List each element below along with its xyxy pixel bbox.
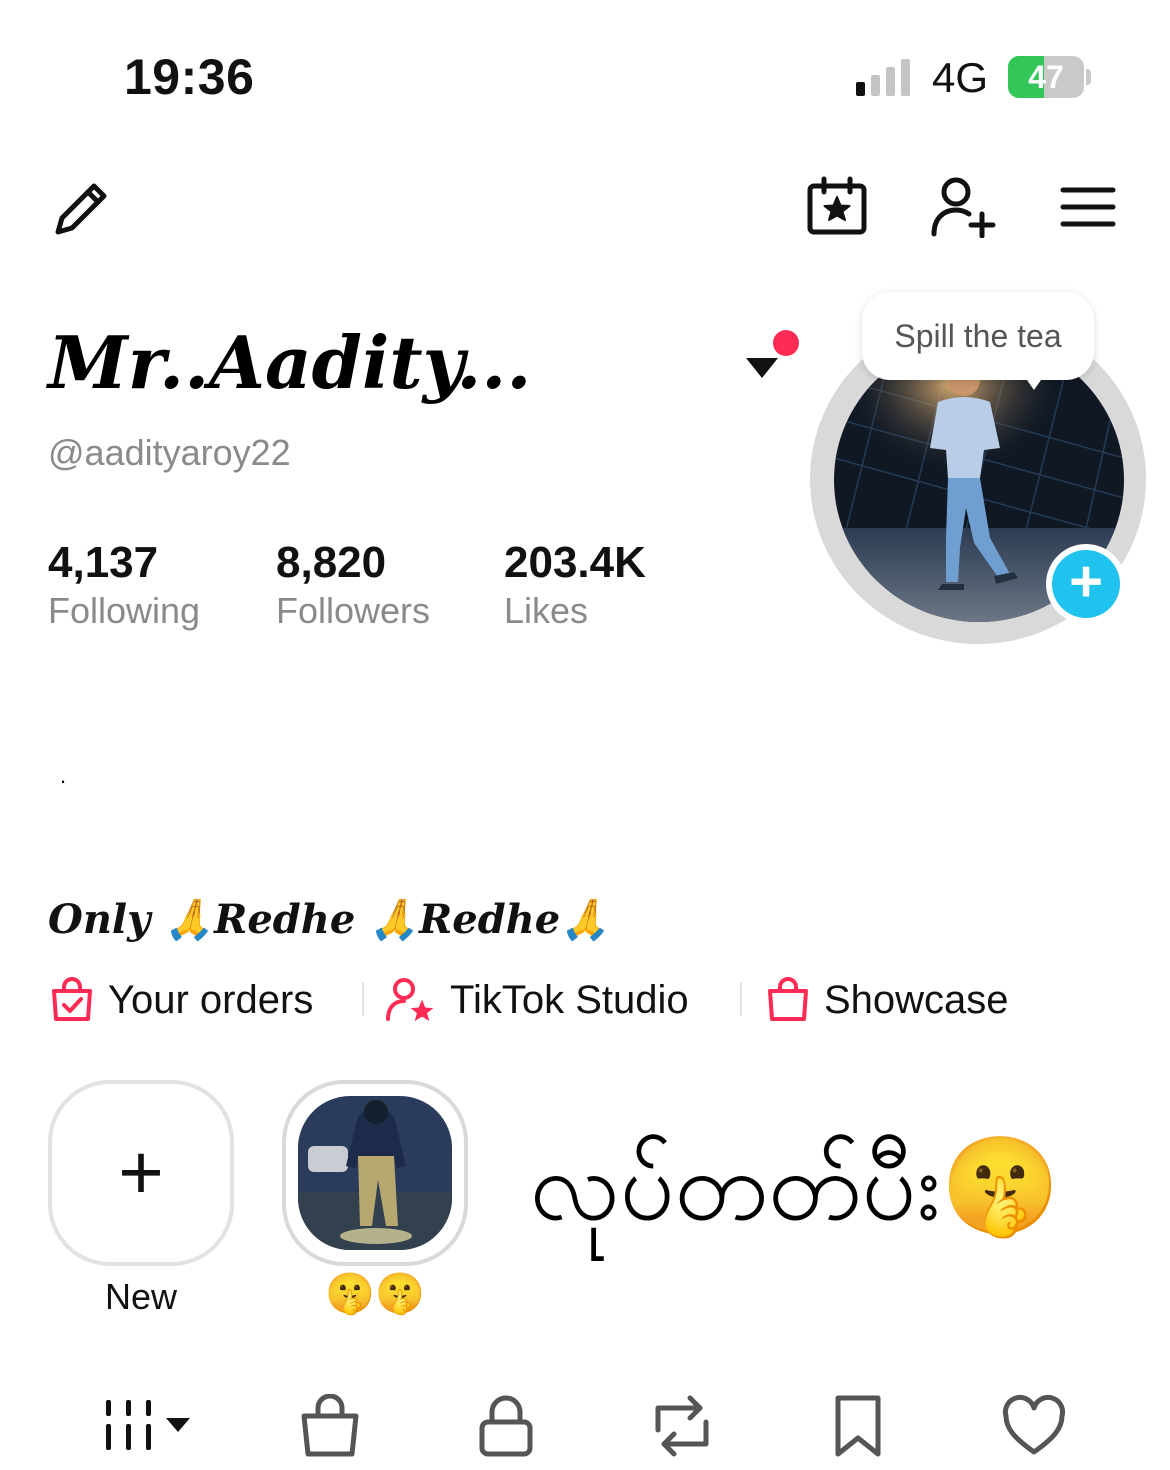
highlight-text: လုပ်တတ်ပီး🤫 — [530, 1133, 1061, 1240]
highlight-item[interactable] — [282, 1080, 468, 1266]
tiktok-studio-label: TikTok Studio — [450, 977, 689, 1022]
display-name[interactable]: Mr..Aadity... — [48, 320, 531, 405]
add-friend-icon[interactable] — [928, 176, 996, 238]
videos-grid-icon[interactable] — [102, 1394, 198, 1458]
showcase-bag-icon — [768, 977, 808, 1021]
notification-dot — [773, 330, 799, 356]
signal-icon — [856, 58, 916, 96]
avatar-note-bubble[interactable]: Spill the tea — [862, 292, 1094, 380]
repost-icon[interactable] — [650, 1394, 714, 1458]
pencil-icon[interactable] — [50, 178, 112, 240]
heart-icon[interactable] — [1002, 1394, 1066, 1458]
stat-likes-label: Likes — [504, 590, 589, 631]
stat-followers-label: Followers — [276, 590, 431, 631]
calendar-star-icon[interactable] — [806, 176, 868, 238]
battery-icon: 47 — [1008, 56, 1092, 98]
link-separator — [740, 982, 742, 1016]
network-type: 4G — [932, 54, 989, 101]
new-highlight-label: New — [104, 1276, 178, 1317]
stat-followers-value: 8,820 — [276, 538, 387, 587]
shop-bag-icon[interactable] — [298, 1393, 362, 1458]
stat-following[interactable]: 4,137 Following — [48, 538, 200, 632]
plus-icon: + — [118, 1128, 164, 1216]
tiktok-studio-link[interactable]: TikTok Studio — [386, 974, 689, 1026]
studio-person-star-icon — [386, 978, 434, 1022]
stat-likes-value: 203.4K — [504, 538, 646, 587]
battery-level: 47 — [1028, 59, 1064, 95]
status-time: 19:36 — [124, 49, 255, 105]
stat-followers[interactable]: 8,820 Followers — [276, 538, 430, 632]
stat-likes[interactable]: 203.4K Likes — [504, 538, 646, 632]
lock-icon[interactable] — [474, 1394, 538, 1458]
username: @aadityaroy22 — [48, 432, 291, 473]
bio-line-2: . — [60, 763, 67, 788]
account-switch-caret-icon[interactable] — [744, 356, 780, 380]
stat-following-label: Following — [48, 590, 201, 631]
stat-following-value: 4,137 — [48, 538, 159, 587]
bookmark-icon[interactable] — [826, 1394, 890, 1458]
bubble-tail — [1007, 370, 1048, 414]
new-highlight-button[interactable]: + — [48, 1080, 234, 1266]
highlight-cover — [298, 1096, 452, 1250]
showcase-link[interactable]: Showcase — [766, 974, 1009, 1026]
highlight-item-label: 🤫🤫 — [325, 1272, 425, 1316]
link-separator — [362, 982, 364, 1016]
bio-quote: Only 🙏Redhe 🙏Redhe🙏 — [48, 896, 611, 943]
your-orders-label: Your orders — [108, 977, 314, 1022]
add-story-button[interactable]: + — [1046, 544, 1126, 624]
orders-bag-icon — [52, 977, 92, 1021]
your-orders-link[interactable]: Your orders — [50, 974, 313, 1026]
showcase-label: Showcase — [824, 977, 1009, 1022]
menu-icon[interactable] — [1060, 186, 1116, 228]
